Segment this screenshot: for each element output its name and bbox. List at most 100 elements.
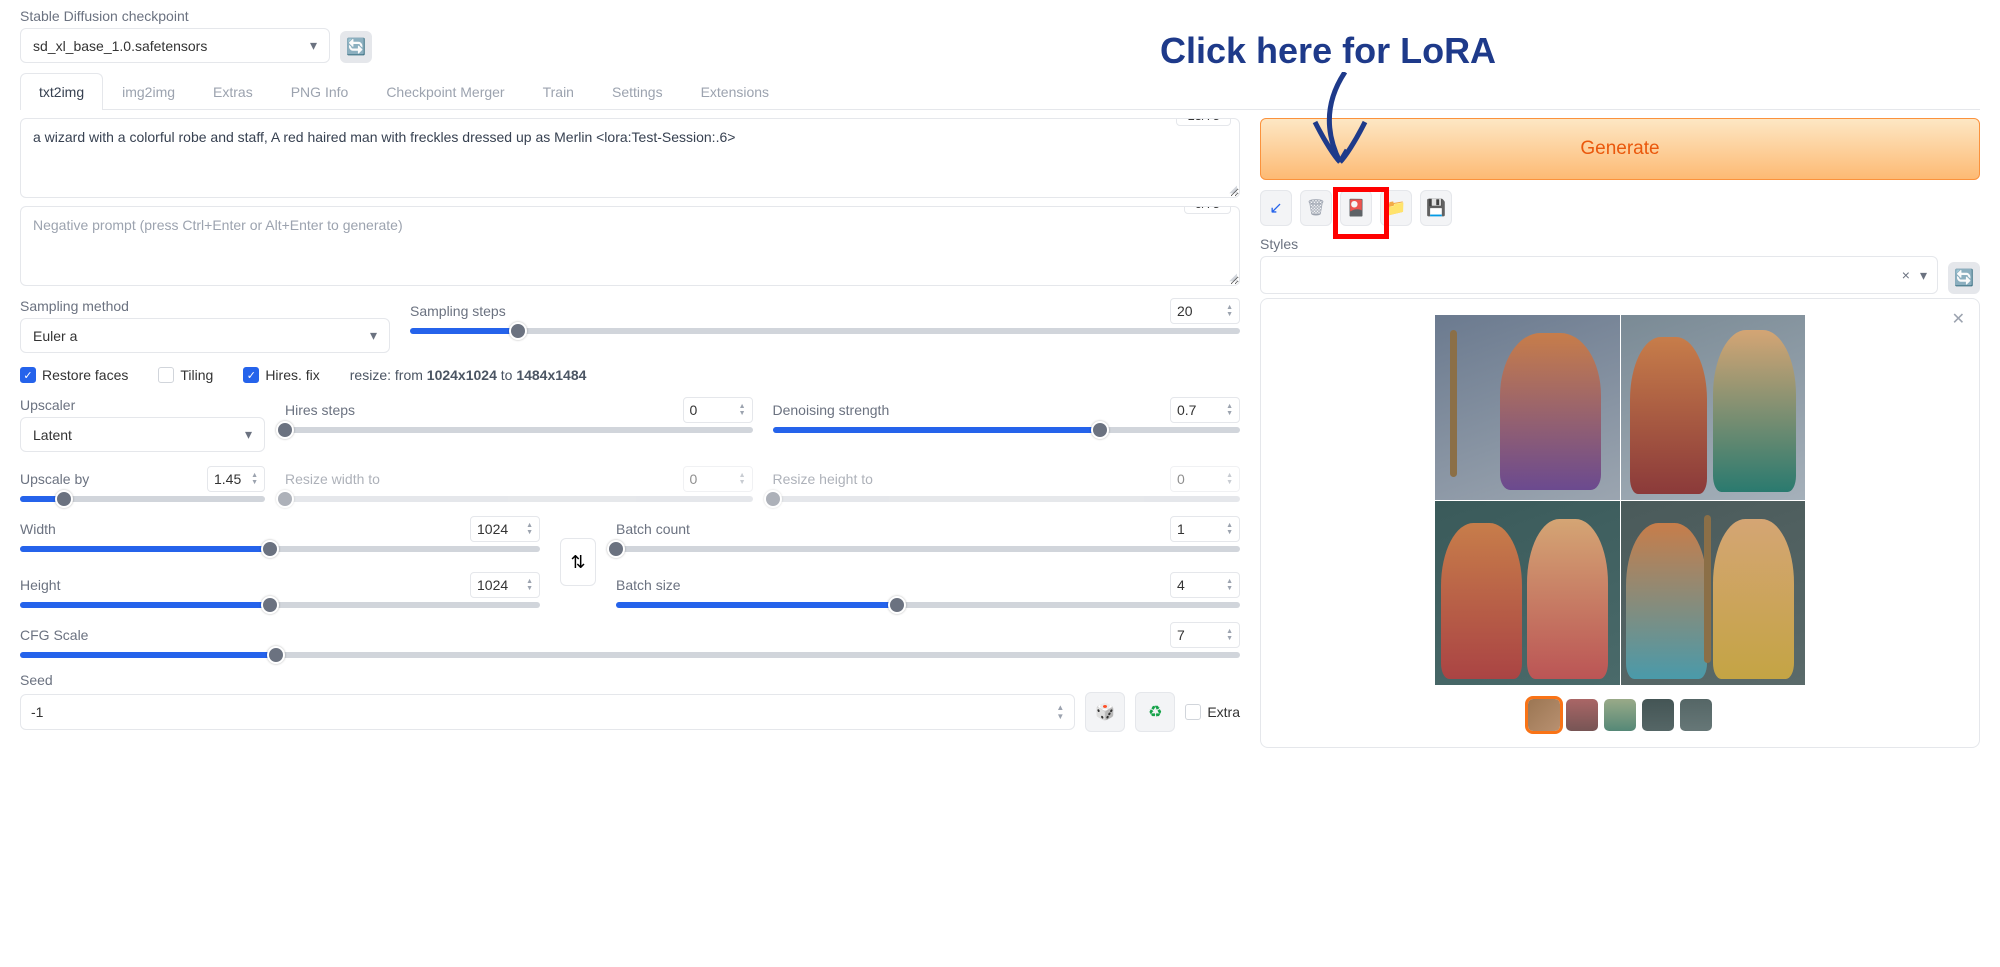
spinner-icon: ▲▼ [526,522,533,536]
generate-button[interactable]: Generate [1260,118,1980,180]
prompt-counter: 13/75 [1176,118,1231,126]
hires-steps-slider[interactable] [285,427,753,433]
extra-networks-button[interactable]: 🎴 [1340,190,1372,226]
tab-checkpoint-merger[interactable]: Checkpoint Merger [367,73,523,110]
width-label: Width [20,521,56,537]
spinner-icon: ▲▼ [739,472,746,486]
close-output-button[interactable]: ✕ [1952,309,1965,329]
cfg-input[interactable]: 7 ▲▼ [1170,622,1240,648]
swap-dimensions-button[interactable]: ⇅ [560,538,596,586]
batch-size-input[interactable]: 4 ▲▼ [1170,572,1240,598]
neg-prompt-counter: 0/75 [1184,206,1231,214]
tab-settings[interactable]: Settings [593,73,682,110]
batch-count-slider[interactable] [616,546,1240,552]
output-image[interactable] [1621,501,1806,686]
cfg-value: 7 [1177,627,1185,643]
restore-faces-checkbox[interactable]: ✓ Restore faces [20,367,128,383]
sampling-steps-input[interactable]: 20 ▲▼ [1170,298,1240,324]
thumbnail[interactable] [1604,699,1636,731]
clear-prompt-button[interactable]: 🗑 [1300,190,1332,226]
resize-width-input[interactable]: 0 ▲▼ [683,466,753,492]
upscaler-select[interactable]: Latent ▾ [20,417,265,452]
tab-pnginfo[interactable]: PNG Info [272,73,368,110]
cfg-slider[interactable] [20,652,1240,658]
save-icon: 💾 [1426,198,1446,218]
resize-width-slider[interactable] [285,496,753,502]
thumbnail[interactable] [1528,699,1560,731]
tab-img2img[interactable]: img2img [103,73,194,110]
batch-count-value: 1 [1177,521,1185,537]
tab-txt2img[interactable]: txt2img [20,73,103,110]
output-image[interactable] [1435,315,1620,500]
seed-input[interactable]: -1▲▼ [20,694,1075,730]
batch-size-value: 4 [1177,577,1185,593]
prompt-input[interactable] [33,129,1227,184]
chevron-down-icon: ▾ [370,327,377,344]
refresh-checkpoint-button[interactable]: 🔄 [340,31,372,63]
clear-icon[interactable]: × [1902,267,1910,283]
resize-height-input[interactable]: 0▲▼ [1170,466,1240,492]
save-button[interactable]: 💾 [1420,190,1452,226]
tab-extras[interactable]: Extras [194,73,272,110]
spinner-icon: ▲▼ [1226,628,1233,642]
extra-seed-checkbox[interactable]: Extra [1185,704,1240,720]
card-icon: 🎴 [1346,198,1366,218]
trash-icon: 🗑 [1306,198,1326,218]
check-icon [158,367,174,383]
sampling-steps-value: 20 [1177,303,1193,319]
styles-label: Styles [1260,236,1980,252]
hires-steps-input[interactable]: 0▲▼ [683,397,753,423]
open-folder-button[interactable]: 📁 [1380,190,1412,226]
thumbnail[interactable] [1566,699,1598,731]
reuse-seed-button[interactable]: ♻ [1135,692,1175,732]
denoise-input[interactable]: 0.7▲▼ [1170,397,1240,423]
sampling-steps-slider[interactable] [410,328,1240,334]
resize-width-value: 0 [690,471,698,487]
expand-button[interactable]: ↙ [1260,190,1292,226]
upscale-by-slider[interactable] [20,496,265,502]
refresh-icon: 🔄 [1954,268,1974,288]
spinner-icon: ▲▼ [1226,578,1233,592]
thumbnail[interactable] [1642,699,1674,731]
neg-prompt-input[interactable] [33,217,1227,272]
height-slider[interactable] [20,602,540,608]
check-icon: ✓ [20,367,36,383]
tab-train[interactable]: Train [524,73,593,110]
restore-faces-label: Restore faces [42,367,128,383]
denoise-label: Denoising strength [773,402,890,418]
refresh-styles-button[interactable]: 🔄 [1948,262,1980,294]
hires-fix-checkbox[interactable]: ✓Hires. fix [243,367,319,383]
upscaler-value: Latent [33,427,72,443]
tiling-label: Tiling [180,367,213,383]
check-icon: ✓ [243,367,259,383]
styles-select[interactable]: × ▾ [1260,256,1938,294]
width-input[interactable]: 1024▲▼ [470,516,540,542]
recycle-icon: ♻ [1148,702,1162,722]
resize-height-slider[interactable] [773,496,1241,502]
random-seed-button[interactable]: 🎲 [1085,692,1125,732]
denoise-slider[interactable] [773,427,1241,433]
checkpoint-select[interactable]: sd_xl_base_1.0.safetensors ▾ [20,28,330,63]
spinner-icon: ▲▼ [1056,703,1064,721]
upscale-by-label: Upscale by [20,471,89,487]
height-input[interactable]: 1024▲▼ [470,572,540,598]
width-slider[interactable] [20,546,540,552]
spinner-icon: ▲▼ [251,472,258,486]
tab-extensions[interactable]: Extensions [682,73,788,110]
refresh-icon: 🔄 [346,37,366,57]
batch-count-input[interactable]: 1▲▼ [1170,516,1240,542]
output-image[interactable] [1435,501,1620,686]
tiling-checkbox[interactable]: Tiling [158,367,213,383]
neg-prompt-container: 0/75 ◢ [20,206,1240,286]
batch-size-slider[interactable] [616,602,1240,608]
sampling-method-select[interactable]: Euler a ▾ [20,318,390,353]
output-image[interactable] [1621,315,1806,500]
spinner-icon: ▲▼ [1226,304,1233,318]
batch-count-label: Batch count [616,521,690,537]
folder-icon: 📁 [1386,198,1406,218]
expand-icon: ↙ [1269,198,1282,218]
resize-handle-icon: ◢ [1229,184,1237,195]
upscale-by-input[interactable]: 1.45▲▼ [207,466,265,492]
check-icon [1185,704,1201,720]
thumbnail[interactable] [1680,699,1712,731]
